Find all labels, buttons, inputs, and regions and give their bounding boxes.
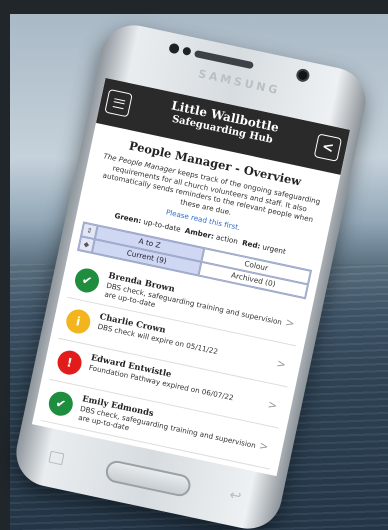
chevron-right-icon: > (275, 356, 288, 372)
phone-brand: SAMSUNG (197, 67, 282, 98)
chevron-right-icon: > (266, 397, 279, 413)
chevron-left-icon: < (320, 138, 336, 157)
speaker-grille (193, 49, 254, 70)
chevron-right-icon: > (284, 315, 296, 331)
menu-button[interactable] (104, 88, 133, 118)
android-back-icon[interactable]: ↩ (228, 487, 243, 505)
status-alert-icon: ! (55, 348, 84, 377)
chevron-right-icon: > (257, 438, 270, 454)
home-button[interactable] (103, 458, 193, 499)
page-content: People Manager - Overview The People Man… (32, 123, 341, 477)
front-camera-icon (168, 42, 181, 55)
legend-red-label: Red: (241, 237, 262, 251)
legend-green-label: Green: (113, 210, 143, 226)
status-check-icon: ✔ (46, 389, 76, 418)
recent-apps-icon[interactable] (48, 450, 65, 466)
legend-red-text: urgent (261, 242, 287, 256)
proximity-sensor-icon (182, 46, 192, 56)
legend-amber-text: action (215, 232, 239, 246)
screenshot-frame: SAMSUNG Little Wallbottle Safeguarding H… (0, 0, 388, 530)
menu-icon (112, 97, 125, 109)
status-check-icon: ✔ (72, 266, 102, 295)
legend-green-text: up-to-date (142, 216, 182, 234)
back-button[interactable]: < (313, 133, 343, 162)
legend-amber-label: Amber: (184, 225, 215, 241)
selfie-camera-icon (295, 67, 311, 84)
status-info-icon: i (64, 307, 93, 336)
